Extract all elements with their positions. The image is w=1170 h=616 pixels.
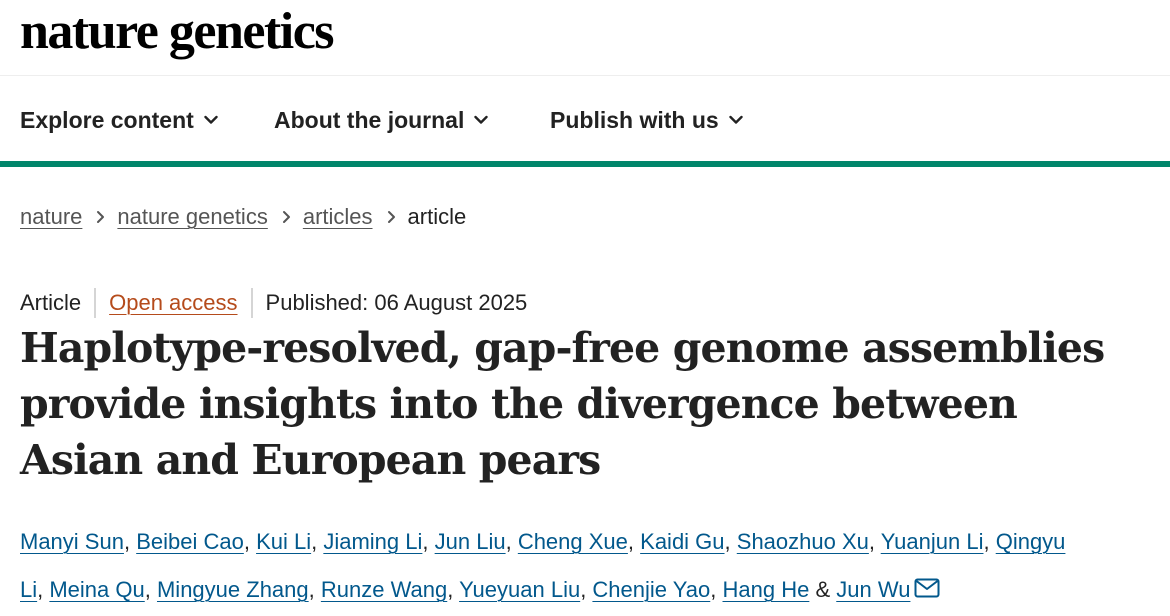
author-separator: , (724, 529, 737, 554)
author-link[interactable]: Shaozhuo Xu (737, 529, 869, 554)
author-link[interactable]: Mingyue Zhang (157, 577, 309, 602)
author-link[interactable]: Meina Qu (49, 577, 144, 602)
article-type: Article (20, 290, 82, 315)
author-link[interactable]: Jun Liu (435, 529, 506, 554)
nav-explore-content[interactable]: Explore content (20, 105, 218, 135)
author-separator: , (311, 529, 324, 554)
author-link[interactable]: Beibei Cao (136, 529, 244, 554)
site-header: nature genetics (0, 0, 1170, 76)
chevron-right-icon (387, 210, 396, 224)
meta-divider (94, 288, 97, 318)
nav-divider (0, 161, 1170, 167)
author-separator: , (37, 577, 50, 602)
author-link[interactable]: Chenjie Yao (592, 577, 710, 602)
mail-icon[interactable] (914, 567, 940, 615)
nav-about-journal[interactable]: About the journal (274, 105, 489, 135)
author-separator: , (308, 577, 321, 602)
journal-logo[interactable]: nature genetics (20, 2, 335, 62)
author-link[interactable]: Jiaming Li (323, 529, 422, 554)
article-meta: Article Open access Published: 06 August… (20, 288, 527, 318)
breadcrumb: nature nature genetics articles article (20, 202, 466, 232)
author-separator: , (422, 529, 435, 554)
main-nav: Explore content About the journal Publis… (0, 77, 1170, 161)
author-ampersand: & (809, 577, 837, 602)
nav-item-label: Explore content (20, 107, 194, 133)
author-separator: , (144, 577, 157, 602)
author-list: Manyi Sun, Beibei Cao, Kui Li, Jiaming L… (20, 518, 1160, 615)
author-link[interactable]: Kaidi Gu (640, 529, 724, 554)
author-separator: , (868, 529, 881, 554)
nav-item-label: Publish with us (550, 107, 719, 133)
author-link[interactable]: Runze Wang (321, 577, 447, 602)
author-link[interactable]: Hang He (723, 577, 810, 602)
author-separator: , (505, 529, 518, 554)
author-separator: , (243, 529, 257, 554)
chevron-right-icon (96, 210, 105, 224)
nav-publish-with-us[interactable]: Publish with us (550, 105, 743, 135)
author-separator: , (580, 577, 593, 602)
chevron-down-icon (204, 115, 218, 124)
author-separator: , (983, 529, 996, 554)
chevron-down-icon (474, 115, 489, 124)
author-link[interactable]: Kui Li (256, 529, 311, 554)
author-separator: , (447, 577, 460, 602)
meta-divider (250, 288, 253, 318)
author-link[interactable]: Jun Wu (836, 577, 910, 602)
author-link[interactable]: Qingyu (996, 529, 1066, 554)
article-title: Haplotype-resolved, gap-free genome asse… (20, 324, 1105, 484)
author-separator: , (627, 529, 641, 554)
chevron-right-icon (282, 210, 291, 224)
breadcrumb-articles[interactable]: articles (303, 204, 373, 230)
nav-item-label: About the journal (274, 107, 465, 133)
open-access-link[interactable]: Open access (109, 290, 237, 316)
chevron-down-icon (728, 115, 743, 124)
author-separator: , (123, 529, 137, 554)
author-separator: , (710, 577, 723, 602)
author-link[interactable]: Yuanjun Li (881, 529, 984, 554)
breadcrumb-current: article (407, 204, 467, 229)
author-link[interactable]: Cheng Xue (518, 529, 628, 554)
author-link[interactable]: Li (20, 577, 37, 602)
published-date: Published: 06 August 2025 (265, 290, 528, 315)
author-link[interactable]: Manyi Sun (20, 529, 124, 554)
author-link[interactable]: Yueyuan Liu (459, 577, 580, 602)
breadcrumb-nature-genetics[interactable]: nature genetics (117, 204, 267, 230)
breadcrumb-nature[interactable]: nature (20, 204, 82, 230)
